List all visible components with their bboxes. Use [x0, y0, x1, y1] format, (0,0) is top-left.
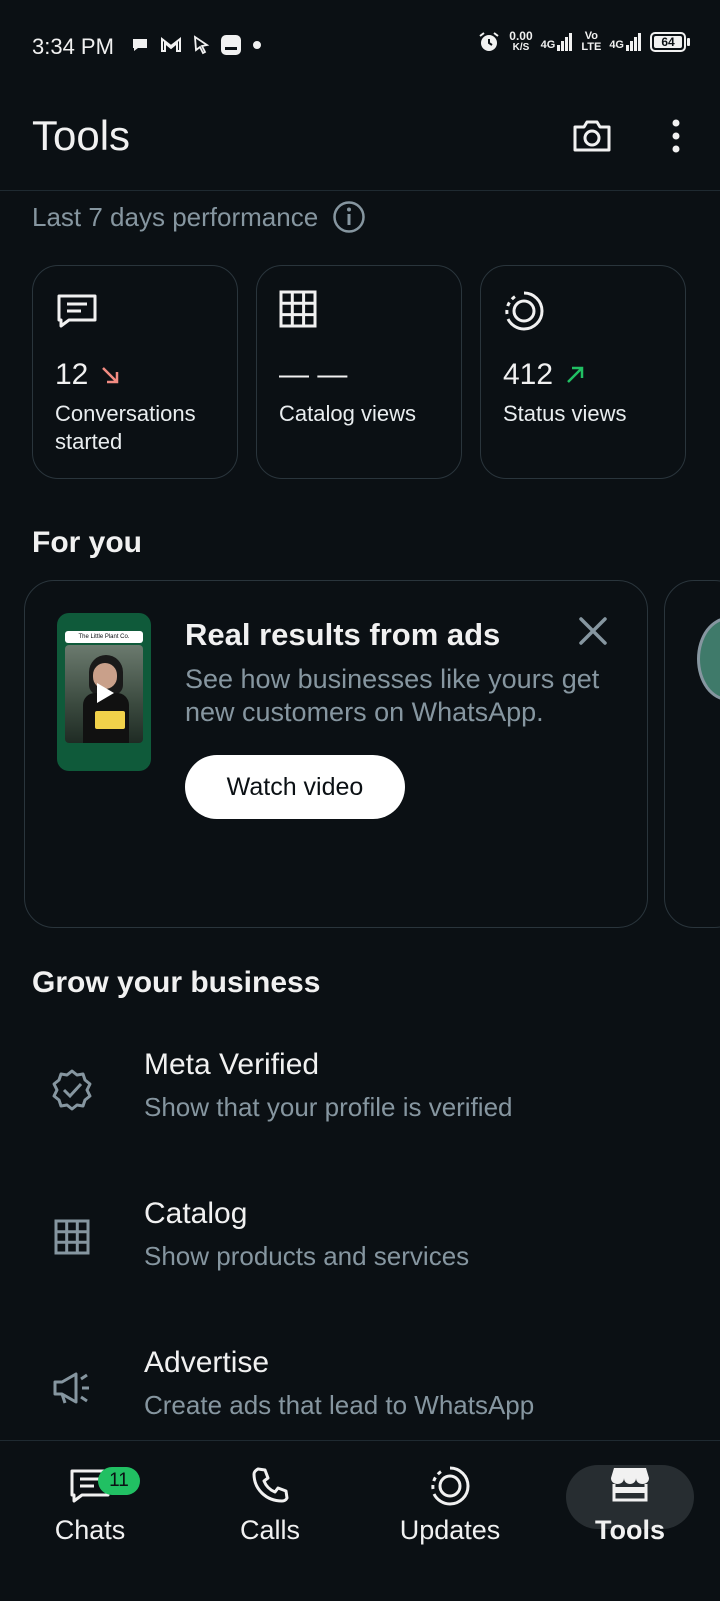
status-views-label: Status views: [503, 401, 627, 426]
thumb-caption: The Little Plant Co.: [65, 631, 143, 643]
net-speed: 0.00 K/S: [509, 29, 533, 53]
close-promo-button[interactable]: [577, 615, 609, 647]
nav-label: Chats: [54, 1515, 126, 1545]
battery-icon: 64: [650, 32, 690, 52]
unread-badge: 11: [98, 1467, 140, 1495]
grow-item-title: Catalog: [144, 1197, 248, 1230]
camera-button[interactable]: [568, 112, 616, 160]
promo-description: See how businesses like yours get new cu…: [185, 664, 600, 727]
verified-badge-icon: [50, 1068, 94, 1112]
sim1-signal: 4G: [541, 33, 574, 51]
info-icon[interactable]: [332, 200, 366, 234]
grow-item-subtitle: Show products and services: [144, 1241, 470, 1271]
grow-item-subtitle: Create ads that lead to WhatsApp: [144, 1390, 535, 1420]
page-title: Tools: [32, 112, 131, 159]
volte-indicator: Vo LTE: [581, 30, 602, 53]
status-time: 3:34 PM: [32, 34, 114, 59]
camera-icon: [573, 120, 611, 152]
more-options-icon: [672, 119, 680, 153]
conversations-label: Conversations started: [55, 401, 196, 454]
status-bar: 3:34 PM 0.00 K/S 4G Vo LTE 4G 64: [0, 0, 720, 92]
gmail-icon: [160, 36, 182, 54]
cursor-icon: [192, 35, 210, 55]
sim2-signal: 4G: [609, 33, 642, 51]
next-promo-card-peek[interactable]: [664, 580, 720, 928]
bottom-navigation: 11 Chats Calls Updates Tools: [0, 1440, 720, 1601]
calls-icon: [250, 1465, 290, 1505]
updates-icon: [429, 1465, 471, 1507]
ads-promo-card[interactable]: The Little Plant Co. Real results from a…: [24, 580, 648, 928]
close-icon: [579, 617, 607, 645]
promo-video-thumbnail[interactable]: The Little Plant Co.: [57, 613, 151, 771]
status-views-value: 412: [503, 358, 585, 392]
dot-icon: [252, 40, 262, 50]
nav-tab-chats[interactable]: 11 Chats: [0, 1441, 180, 1601]
grow-item-catalog[interactable]: Catalog Show products and services: [0, 1197, 720, 1317]
megaphone-icon: [52, 1370, 92, 1406]
status-notification-icons: [130, 34, 262, 56]
catalog-grid-icon: [54, 1219, 90, 1255]
grow-title: Grow your business: [32, 966, 321, 999]
app-notification-icon: [220, 34, 242, 56]
nav-tab-updates[interactable]: Updates: [360, 1441, 540, 1601]
signal-icon: [557, 33, 573, 51]
for-you-title: For you: [32, 526, 142, 559]
chat-icon: [55, 290, 99, 330]
watch-video-button[interactable]: Watch video: [185, 755, 405, 819]
more-options-button[interactable]: [652, 112, 700, 160]
nav-tab-calls[interactable]: Calls: [180, 1441, 360, 1601]
catalog-views-card[interactable]: — — Catalog views: [256, 265, 462, 479]
promo-title: Real results from ads: [185, 617, 501, 652]
trend-down-icon: [102, 367, 119, 384]
alarm-icon: [477, 30, 501, 54]
status-system-icons: 0.00 K/S 4G Vo LTE 4G 64: [477, 30, 690, 54]
catalog-grid-icon: [279, 290, 317, 328]
performance-title: Last 7 days performance: [32, 200, 366, 234]
nav-label: Tools: [595, 1515, 665, 1545]
grow-item-title: Meta Verified: [144, 1048, 320, 1081]
nav-tab-tools[interactable]: Tools: [540, 1441, 720, 1601]
conversations-value: 12: [55, 358, 120, 392]
conversations-card[interactable]: 12 Conversations started: [32, 265, 238, 479]
header-divider: [0, 190, 720, 191]
grow-item-title: Advertise: [144, 1346, 270, 1379]
nav-label: Updates: [399, 1515, 501, 1545]
nav-label: Calls: [239, 1515, 300, 1545]
grow-item-meta-verified[interactable]: Meta Verified Show that your profile is …: [0, 1048, 720, 1168]
trend-up-icon: [567, 366, 584, 383]
grow-item-subtitle: Show that your profile is verified: [144, 1092, 513, 1122]
signal-icon: [626, 33, 641, 51]
catalog-views-value: — —: [279, 358, 348, 391]
catalog-views-label: Catalog views: [279, 401, 416, 426]
chat-notification-icon: [130, 35, 150, 55]
play-icon: [97, 683, 114, 703]
status-icon: [503, 290, 545, 332]
status-views-card[interactable]: 412 Status views: [480, 265, 686, 479]
tools-store-icon: [609, 1465, 651, 1503]
